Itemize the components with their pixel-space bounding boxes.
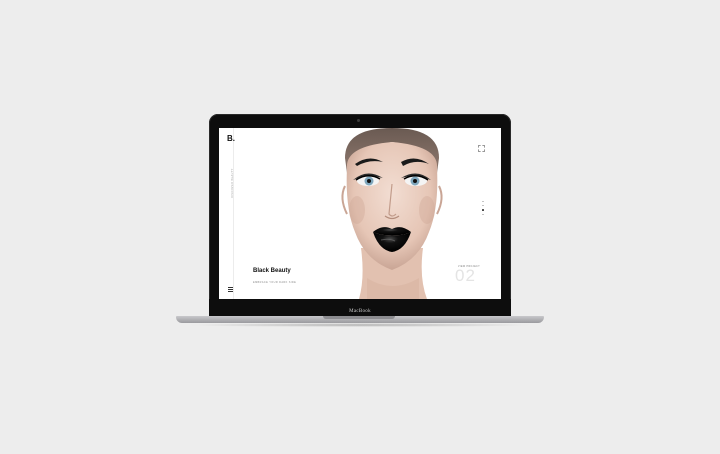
expand-icon[interactable] — [478, 145, 485, 152]
hamburger-menu-icon[interactable] — [228, 287, 233, 292]
slide-number: 02 — [455, 266, 476, 285]
slide-pagination — [481, 201, 485, 218]
pagination-dot-active[interactable] — [482, 209, 484, 211]
sidebar: B. DISCOVER BEAUTY — [219, 128, 235, 299]
pagination-dot[interactable] — [482, 205, 484, 207]
laptop-brand-label: MacBook — [349, 309, 371, 314]
laptop-base-notch — [323, 316, 395, 319]
hero-portrait — [341, 128, 443, 299]
slide-subtitle: EMBRACE YOUR DARK SIDE — [253, 281, 297, 284]
slide-title: Black Beauty — [253, 268, 291, 274]
vertical-caption: DISCOVER BEAUTY — [231, 168, 234, 198]
webcam — [357, 119, 360, 122]
laptop-shadow — [186, 323, 534, 327]
laptop-screen: B. DISCOVER BEAUTY Black Beauty EMBRACE … — [219, 128, 501, 299]
site-logo[interactable]: B. — [227, 134, 235, 143]
view-project-link[interactable]: VIEW PROJECT — [458, 266, 480, 268]
pagination-dot[interactable] — [482, 201, 484, 203]
laptop-bottom-bezel — [209, 299, 511, 317]
pagination-dot[interactable] — [482, 213, 484, 216]
